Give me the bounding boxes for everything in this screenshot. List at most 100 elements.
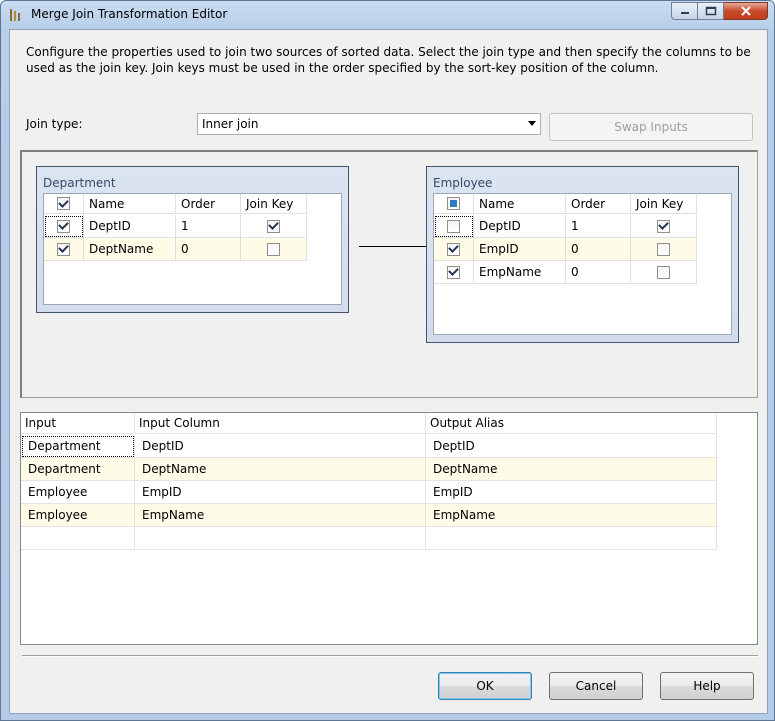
- input-cell[interactable]: Employee: [21, 504, 135, 527]
- separator-line: [22, 655, 758, 657]
- input-column-cell[interactable]: DeptName: [135, 458, 426, 481]
- table-row[interactable]: Employee EmpID EmpID: [21, 481, 717, 504]
- row-select-cell[interactable]: [44, 215, 84, 238]
- column-header-order: Order: [566, 194, 631, 214]
- department-table-box[interactable]: Department Name Order Join Key DeptID 1: [36, 166, 349, 313]
- employee-table-title: Employee: [433, 176, 493, 190]
- dropdown-arrow-icon: [528, 121, 536, 126]
- maximize-icon: [705, 6, 716, 16]
- join-key-checkbox[interactable]: [267, 242, 280, 256]
- join-key-checkbox[interactable]: [657, 265, 670, 279]
- select-all-cell[interactable]: [434, 194, 474, 214]
- output-header-row: Input Input Column Output Alias: [21, 413, 717, 436]
- column-name-cell: DeptID: [474, 215, 566, 238]
- join-key-cell[interactable]: [631, 261, 697, 284]
- close-button[interactable]: [724, 2, 768, 20]
- row-select-checkbox[interactable]: [447, 265, 460, 279]
- output-alias-cell[interactable]: EmpName: [426, 504, 717, 527]
- select-all-cell[interactable]: [44, 194, 84, 214]
- input-column-cell[interactable]: EmpName: [135, 504, 426, 527]
- column-header-join-key: Join Key: [241, 194, 307, 214]
- window-title: Merge Join Transformation Editor: [31, 7, 228, 21]
- column-header-output-alias: Output Alias: [426, 413, 717, 434]
- input-column-cell[interactable]: EmpID: [135, 481, 426, 504]
- empty-new-row[interactable]: [21, 527, 717, 550]
- input-cell[interactable]: Employee: [21, 481, 135, 504]
- join-type-dropdown[interactable]: Inner join: [197, 113, 541, 135]
- column-header-input-column: Input Column: [135, 413, 426, 434]
- order-cell[interactable]: 0: [566, 238, 631, 261]
- table-row[interactable]: Department DeptName DeptName: [21, 458, 717, 481]
- employee-columns-grid[interactable]: Name Order Join Key DeptID 1 EmpID 0 Emp…: [433, 193, 732, 335]
- cancel-button[interactable]: Cancel: [549, 672, 643, 700]
- table-row[interactable]: EmpID 0: [434, 238, 697, 261]
- department-columns-grid[interactable]: Name Order Join Key DeptID 1 DeptName 0: [43, 193, 342, 305]
- row-select-checkbox[interactable]: [57, 219, 70, 233]
- table-row[interactable]: DeptID 1: [44, 215, 307, 238]
- output-alias-cell[interactable]: EmpID: [426, 481, 717, 504]
- table-row[interactable]: Department DeptID DeptID: [21, 435, 717, 458]
- row-select-cell[interactable]: [434, 261, 474, 284]
- employee-table-box[interactable]: Employee Name Order Join Key DeptID 1 Em…: [426, 166, 739, 343]
- dialog-window: Merge Join Transformation Editor Configu…: [0, 0, 775, 721]
- column-header-name: Name: [84, 194, 176, 214]
- column-header-join-key: Join Key: [631, 194, 697, 214]
- row-select-checkbox[interactable]: [447, 242, 460, 256]
- join-key-cell[interactable]: [241, 238, 307, 261]
- order-cell[interactable]: 1: [176, 215, 241, 238]
- join-designer-pane: Department Name Order Join Key DeptID 1: [20, 150, 758, 398]
- input-cell[interactable]: Department: [21, 435, 135, 458]
- maximize-button[interactable]: [698, 2, 724, 20]
- input-cell[interactable]: Department: [21, 458, 135, 481]
- output-alias-cell[interactable]: DeptID: [426, 435, 717, 458]
- join-key-checkbox[interactable]: [657, 219, 670, 233]
- output-columns-grid[interactable]: Input Input Column Output Alias Departme…: [20, 412, 758, 645]
- column-header-name: Name: [474, 194, 566, 214]
- row-select-cell[interactable]: [434, 238, 474, 261]
- column-name-cell: DeptID: [84, 215, 176, 238]
- table-row[interactable]: Employee EmpName EmpName: [21, 504, 717, 527]
- column-header-input: Input: [21, 413, 135, 434]
- table-row[interactable]: DeptName 0: [44, 238, 307, 261]
- description-text: Configure the properties used to join tw…: [26, 45, 751, 75]
- row-select-checkbox[interactable]: [447, 219, 460, 233]
- minimize-icon: [680, 12, 689, 14]
- input-column-cell[interactable]: DeptID: [135, 435, 426, 458]
- join-connector-line: [359, 243, 436, 249]
- input-cell[interactable]: [21, 527, 135, 550]
- merge-join-icon: [10, 9, 20, 21]
- department-header-row: Name Order Join Key: [44, 194, 307, 217]
- column-header-order: Order: [176, 194, 241, 214]
- join-key-checkbox[interactable]: [657, 242, 670, 256]
- close-icon: [740, 6, 751, 16]
- table-row[interactable]: EmpName 0: [434, 261, 697, 284]
- order-cell[interactable]: 0: [176, 238, 241, 261]
- order-cell[interactable]: 0: [566, 261, 631, 284]
- row-select-checkbox[interactable]: [57, 242, 70, 256]
- employee-header-row: Name Order Join Key: [434, 194, 697, 217]
- input-column-cell[interactable]: [135, 527, 426, 550]
- help-button[interactable]: Help: [660, 672, 754, 700]
- column-name-cell: EmpID: [474, 238, 566, 261]
- output-alias-cell[interactable]: [426, 527, 717, 550]
- row-select-cell[interactable]: [434, 215, 474, 238]
- join-type-value: Inner join: [202, 117, 259, 131]
- minimize-button[interactable]: [671, 2, 698, 20]
- title-bar[interactable]: Merge Join Transformation Editor: [1, 1, 774, 29]
- join-key-checkbox[interactable]: [267, 219, 280, 233]
- table-row[interactable]: DeptID 1: [434, 215, 697, 238]
- join-key-cell[interactable]: [631, 215, 697, 238]
- select-all-checkbox[interactable]: [447, 197, 460, 210]
- output-alias-cell[interactable]: DeptName: [426, 458, 717, 481]
- select-all-checkbox[interactable]: [57, 197, 70, 210]
- column-name-cell: DeptName: [84, 238, 176, 261]
- department-table-title: Department: [43, 176, 116, 190]
- swap-inputs-button[interactable]: Swap Inputs: [549, 113, 753, 141]
- join-type-label: Join type:: [26, 117, 83, 131]
- order-cell[interactable]: 1: [566, 215, 631, 238]
- join-key-cell[interactable]: [631, 238, 697, 261]
- join-key-cell[interactable]: [241, 215, 307, 238]
- row-select-cell[interactable]: [44, 238, 84, 261]
- dialog-client-area: Configure the properties used to join tw…: [9, 29, 768, 714]
- ok-button[interactable]: OK: [438, 672, 532, 700]
